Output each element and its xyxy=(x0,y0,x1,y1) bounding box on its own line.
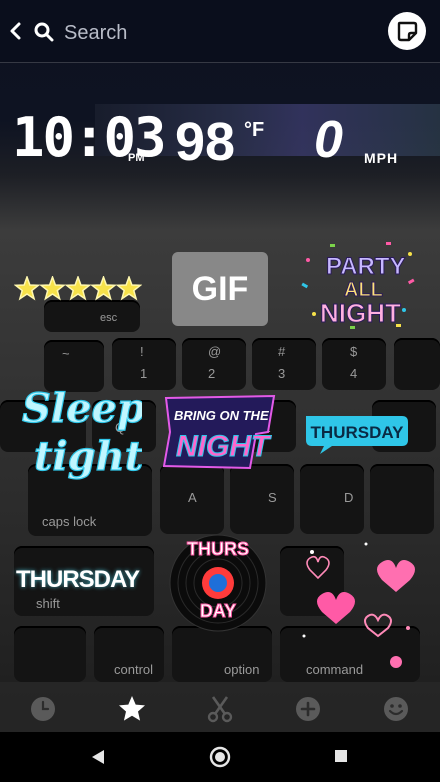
tab-bitmoji[interactable] xyxy=(381,694,411,724)
plus-icon xyxy=(296,697,320,721)
tab-favorites[interactable] xyxy=(117,694,147,724)
smiley-icon xyxy=(384,697,408,721)
key-label: esc xyxy=(100,312,118,324)
hearts-sticker[interactable] xyxy=(296,540,422,670)
key-label: 4 xyxy=(350,366,358,381)
heart-icon xyxy=(317,592,355,624)
key-label: $ xyxy=(350,344,358,359)
recents-icon[interactable] xyxy=(334,749,348,763)
temperature-sticker[interactable]: 98 xyxy=(175,112,235,172)
search-bar xyxy=(0,0,440,63)
key-label: @ xyxy=(208,344,222,359)
tab-recent[interactable] xyxy=(28,694,58,724)
gif-sticker[interactable]: GIF xyxy=(172,252,268,326)
record-text-top: THURS xyxy=(187,539,249,559)
key-label: ~ xyxy=(62,346,70,361)
record-text-bottom: DAY xyxy=(200,601,236,621)
speed-sticker[interactable]: 0 xyxy=(314,112,343,168)
home-icon[interactable] xyxy=(209,746,231,768)
back-icon[interactable] xyxy=(8,20,26,42)
key-label: 3 xyxy=(278,366,286,381)
thursday-bubble-text: THURSDAY xyxy=(311,423,405,442)
rating-star-icon xyxy=(13,274,41,301)
bring-line: BRING ON THE xyxy=(174,408,269,423)
rating-star-icon xyxy=(115,274,143,301)
thursday-speech-bubble-sticker[interactable]: THURSDAY xyxy=(302,412,412,456)
key-label: # xyxy=(278,344,286,359)
rating-star-icon xyxy=(39,274,66,301)
thursday-record-sticker[interactable]: THURS DAY xyxy=(164,525,272,633)
thursday-text-sticker[interactable]: THURSDAY xyxy=(16,566,140,594)
sleep-line: Sleep xyxy=(22,385,142,432)
rating-star-icon xyxy=(64,274,92,301)
key-label: control xyxy=(114,662,154,677)
time-period-label: PM xyxy=(128,152,145,164)
rating-star-icon xyxy=(90,274,117,301)
key-label: option xyxy=(224,662,260,677)
clock-icon xyxy=(31,697,55,721)
tab-create[interactable] xyxy=(293,694,323,724)
scissors-icon xyxy=(207,696,233,723)
sleep-line: tight xyxy=(34,433,142,480)
sticker-icon xyxy=(397,21,418,42)
temperature-unit-label: °F xyxy=(244,119,265,141)
tab-cutouts[interactable] xyxy=(205,694,235,724)
party-line: NIGHT xyxy=(320,298,401,328)
heart-icon xyxy=(364,613,392,638)
back-triangle-icon[interactable] xyxy=(90,748,106,766)
party-line: PARTY xyxy=(326,253,406,280)
key-label: ! xyxy=(140,344,144,359)
key-label: S xyxy=(268,490,277,505)
sleep-tight-sticker[interactable]: Sleep tight xyxy=(14,372,145,492)
key-label: shift xyxy=(36,596,60,611)
key-label: A xyxy=(188,490,197,505)
system-navigation-bar xyxy=(0,732,440,782)
bring-line: NIGHT xyxy=(176,430,272,463)
key-label: D xyxy=(344,490,354,505)
star-icon xyxy=(119,696,145,721)
party-all-night-sticker[interactable]: PARTY ALL NIGHT xyxy=(300,240,418,332)
search-icon xyxy=(34,22,54,42)
key-label: 2 xyxy=(208,366,216,381)
speed-unit-label: MPH xyxy=(364,150,399,166)
key-label: caps lock xyxy=(42,514,97,529)
create-sticker-button[interactable] xyxy=(388,12,426,50)
bring-on-the-night-sticker[interactable]: BRING ON THE NIGHT xyxy=(160,392,280,472)
search-input[interactable] xyxy=(62,18,366,48)
heart-icon xyxy=(306,555,330,580)
five-star-rating-sticker[interactable] xyxy=(13,274,143,302)
heart-icon xyxy=(377,560,415,592)
